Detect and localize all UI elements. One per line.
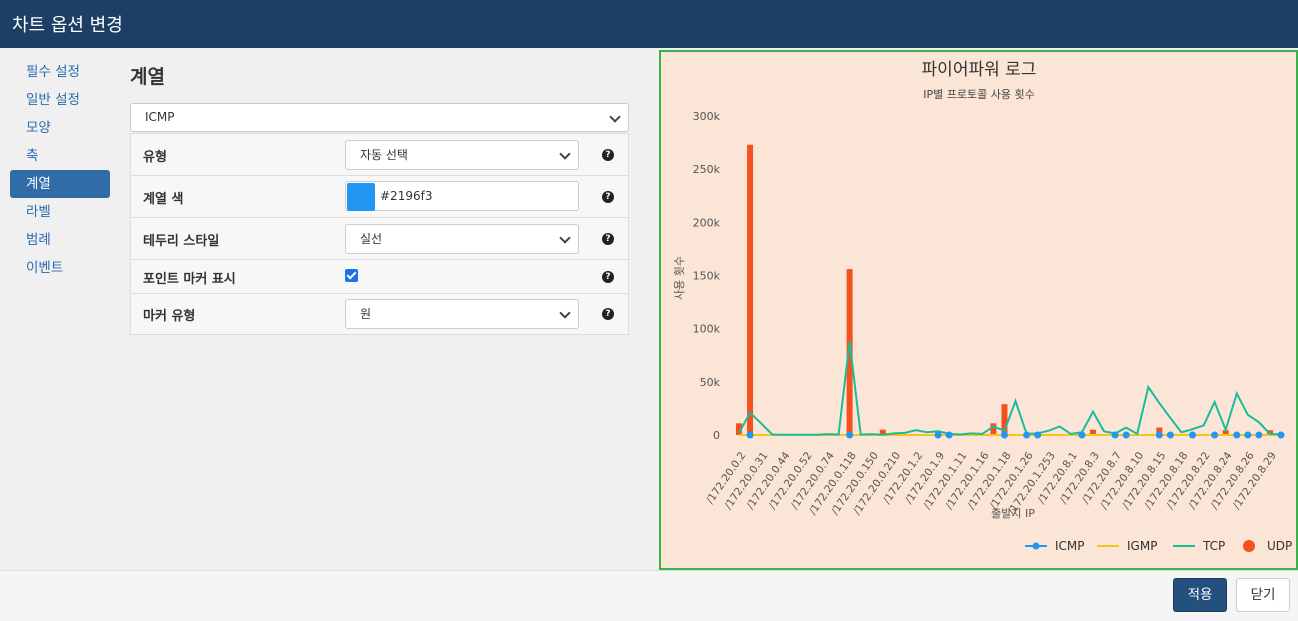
y-tick-label: 150k xyxy=(693,270,721,283)
border-style-select-value: 실선 xyxy=(360,232,383,246)
help-icon[interactable]: ? xyxy=(602,149,614,161)
icmp-marker xyxy=(1189,431,1197,439)
icmp-marker xyxy=(1155,431,1163,439)
apply-button[interactable]: 적용 xyxy=(1173,578,1227,612)
marker-type-select[interactable]: 원 xyxy=(345,299,579,329)
icmp-marker xyxy=(1023,431,1031,439)
help-icon[interactable]: ? xyxy=(602,191,614,203)
chart-legend: ICMP IGMP TCP UDP xyxy=(1025,539,1292,553)
series-color-label: 계열 색 xyxy=(143,192,184,207)
legend-label: IGMP xyxy=(1127,539,1157,553)
chart-title: 파이어파워 로그 xyxy=(922,60,1037,80)
icmp-marker xyxy=(934,431,942,439)
icmp-marker xyxy=(1000,431,1008,439)
sidebar-item-general[interactable]: 일반 설정 xyxy=(10,86,110,114)
y-tick-label: 50k xyxy=(700,376,721,389)
icmp-marker xyxy=(746,431,754,439)
series-select-value: ICMP xyxy=(145,110,175,124)
help-icon[interactable]: ? xyxy=(602,271,614,283)
border-style-select[interactable]: 실선 xyxy=(345,224,579,254)
udp-bar xyxy=(990,423,997,435)
series-lines xyxy=(738,341,1282,436)
dialog-titlebar: 차트 옵션 변경 xyxy=(0,0,1298,48)
y-axis-label: 사용 횟수 xyxy=(673,256,686,300)
icmp-marker xyxy=(1255,431,1263,439)
row-type: 유형 자동 선택 ? xyxy=(131,134,628,176)
sidebar-item-legend[interactable]: 범례 xyxy=(10,226,110,254)
show-marker-label: 포인트 마커 표시 xyxy=(143,272,236,287)
section-title: 계열 xyxy=(130,66,165,88)
icmp-marker xyxy=(1122,431,1130,439)
sidebar-item-axis[interactable]: 축 xyxy=(10,142,110,170)
help-icon[interactable]: ? xyxy=(602,308,614,320)
udp-bar xyxy=(747,144,754,435)
legend-label: UDP xyxy=(1267,539,1292,553)
row-marker-type: 마커 유형 원 ? xyxy=(131,294,628,334)
icmp-marker xyxy=(846,431,854,439)
y-tick-label: 200k xyxy=(693,216,721,229)
legend-label: TCP xyxy=(1202,539,1225,553)
legend-symbol xyxy=(1243,540,1255,552)
border-style-label: 테두리 스타일 xyxy=(143,234,220,249)
series-options-panel: 계열 ICMP 유형 자동 선택 ? 계열 색 #2196f3 ? 테두리 스타… xyxy=(130,62,629,335)
y-axis-ticks: 0 50k 100k 150k 200k 250k 300k xyxy=(693,110,721,442)
icmp-marker xyxy=(1233,431,1241,439)
sidebar-item-required[interactable]: 필수 설정 xyxy=(10,58,110,86)
row-series-color: 계열 색 #2196f3 ? xyxy=(131,176,628,218)
close-button[interactable]: 닫기 xyxy=(1236,578,1290,612)
row-border-style: 테두리 스타일 실선 ? xyxy=(131,218,628,260)
dialog-title: 차트 옵션 변경 xyxy=(12,15,123,36)
y-tick-label: 100k xyxy=(693,323,721,336)
y-tick-label: 300k xyxy=(693,110,721,123)
x-axis-ticks: /172.20.0.2/172.20.0.31/172.20.0.44/172.… xyxy=(704,450,1279,518)
show-marker-checkbox[interactable] xyxy=(345,269,358,282)
legend-label: ICMP xyxy=(1055,539,1085,553)
chart-svg: 파이어파워 로그 IP별 프로토콜 사용 횟수 사용 횟수 출발지 IP 050… xyxy=(673,60,1292,553)
tcp-line xyxy=(738,341,1282,436)
icmp-marker xyxy=(945,431,953,439)
chevron-down-icon xyxy=(610,104,620,131)
series-select[interactable]: ICMP xyxy=(130,103,629,132)
sidebar-item-appearance[interactable]: 모양 xyxy=(10,114,110,142)
chart-subtitle: IP별 프로토콜 사용 횟수 xyxy=(923,88,1034,101)
icmp-marker xyxy=(1034,431,1042,439)
chart-preview: 파이어파워 로그 IP별 프로토콜 사용 횟수 사용 횟수 출발지 IP 0 50… xyxy=(659,50,1298,570)
chevron-down-icon xyxy=(560,300,570,328)
color-swatch[interactable] xyxy=(347,183,375,211)
help-icon[interactable]: ? xyxy=(602,233,614,245)
dialog-footer: 적용 닫기 xyxy=(0,570,1298,621)
sidebar-item-events[interactable]: 이벤트 xyxy=(10,254,110,282)
y-tick-label: 250k xyxy=(693,163,721,176)
color-value: #2196f3 xyxy=(380,189,433,203)
type-select-value: 자동 선택 xyxy=(360,148,408,162)
marker-type-label: 마커 유형 xyxy=(143,309,196,324)
type-label: 유형 xyxy=(143,150,167,165)
options-sidebar: 필수 설정 일반 설정 모양 축 계열 라벨 범례 이벤트 xyxy=(10,58,110,282)
chevron-down-icon xyxy=(560,225,570,253)
icmp-marker xyxy=(1211,431,1219,439)
icmp-marker xyxy=(1078,431,1086,439)
type-select[interactable]: 자동 선택 xyxy=(345,140,579,170)
series-color-input[interactable]: #2196f3 xyxy=(345,181,579,211)
row-show-marker: 포인트 마커 표시 ? xyxy=(131,260,628,294)
series-options-table: 유형 자동 선택 ? 계열 색 #2196f3 ? 테두리 스타일 실선 ? 포… xyxy=(130,133,629,335)
sidebar-item-series[interactable]: 계열 xyxy=(10,170,110,198)
marker-type-select-value: 원 xyxy=(360,307,372,321)
icmp-marker xyxy=(1111,431,1119,439)
udp-bars xyxy=(736,144,1273,435)
sidebar-item-labels[interactable]: 라벨 xyxy=(10,198,110,226)
icmp-marker xyxy=(1277,431,1285,439)
y-tick-label: 0 xyxy=(713,429,720,442)
legend-symbol xyxy=(1032,542,1040,550)
icmp-marker xyxy=(1244,431,1252,439)
icmp-marker xyxy=(1166,431,1174,439)
chevron-down-icon xyxy=(560,141,570,169)
